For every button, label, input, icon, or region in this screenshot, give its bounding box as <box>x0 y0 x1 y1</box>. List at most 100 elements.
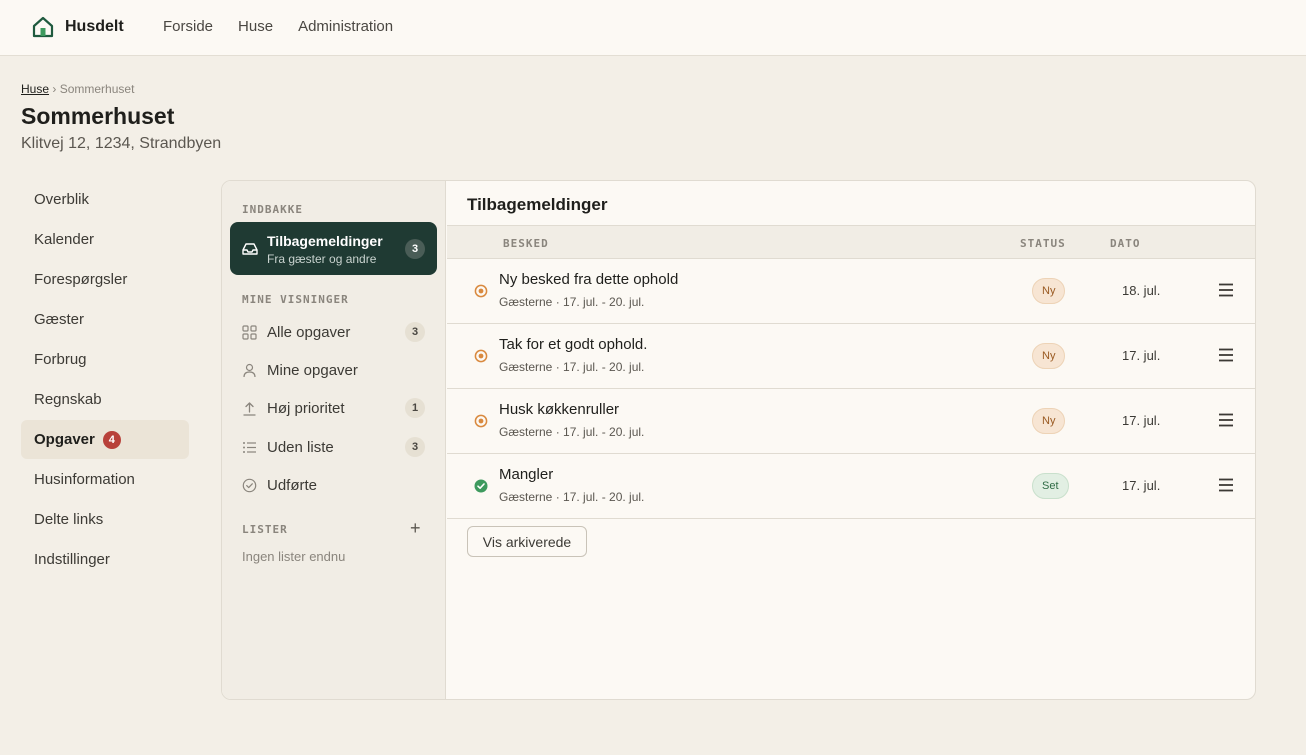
inbox-count-badge: 3 <box>405 239 425 259</box>
breadcrumb-separator: › <box>52 82 57 96</box>
view-item-uden-liste[interactable]: Uden liste 3 <box>230 430 437 464</box>
row-meta: Gæsterne · 17. jul. - 20. jul. <box>499 295 645 309</box>
row-date: 17. jul. <box>1122 478 1161 493</box>
sidebar-item-delte-links[interactable]: Delte links <box>21 500 189 539</box>
row-meta: Gæsterne · 17. jul. - 20. jul. <box>499 425 645 439</box>
tasks-panel: INDBAKKE Tilbagemeldinger Fra gæster og … <box>221 180 1256 700</box>
sidebar-item-label: Indstillinger <box>34 551 110 568</box>
sidebar-item-foresporgsler[interactable]: Forespørgsler <box>21 260 189 299</box>
sidebar-item-label: Forespørgsler <box>34 271 128 288</box>
user-icon <box>243 363 256 378</box>
content-title: Tilbagemeldinger <box>467 195 608 214</box>
brand-name: Husdelt <box>65 18 124 35</box>
grid-icon <box>242 325 257 340</box>
row-title: Ny besked fra dette ophold <box>499 271 679 288</box>
row-date: 17. jul. <box>1122 348 1161 363</box>
status-new-icon <box>474 349 488 363</box>
row-menu-icon[interactable] <box>1218 413 1234 427</box>
inbox-item-subtitle: Fra gæster og andre <box>267 252 377 266</box>
table-row[interactable]: Husk køkkenruller Gæsterne · 17. jul. - … <box>447 389 1255 454</box>
table-row[interactable]: Mangler Gæsterne · 17. jul. - 20. jul. S… <box>447 454 1255 519</box>
sidebar-item-regnskab[interactable]: Regnskab <box>21 380 189 419</box>
opgaver-count-badge: 4 <box>102 430 121 449</box>
inbox-tray-icon <box>242 243 258 255</box>
sidebar-item-label: Overblik <box>34 191 90 208</box>
column-header-status: STATUS <box>1020 237 1066 250</box>
view-item-label: Uden liste <box>267 438 334 456</box>
status-badge: Ny <box>1032 278 1066 304</box>
inbox-column: INDBAKKE Tilbagemeldinger Fra gæster og … <box>222 181 446 699</box>
breadcrumb: Huse › Sommerhuset <box>21 82 134 96</box>
table-header: BESKED STATUS DATO <box>447 225 1255 259</box>
arrow-up-icon <box>243 402 256 416</box>
table-row[interactable]: Tak for et godt ophold. Gæsterne · 17. j… <box>447 324 1255 389</box>
sidebar-item-kalender[interactable]: Kalender <box>21 220 189 259</box>
house-logo-icon <box>32 16 54 38</box>
column-header-dato: DATO <box>1110 237 1141 250</box>
status-badge: Ny <box>1032 343 1066 369</box>
row-menu-icon[interactable] <box>1218 348 1234 362</box>
view-count-badge: 3 <box>405 437 425 457</box>
sidebar-item-opgaver[interactable]: Opgaver 4 <box>21 420 189 459</box>
view-item-label: Høj prioritet <box>267 399 345 417</box>
brand[interactable]: Husdelt <box>32 16 124 38</box>
view-item-hoj-prioritet[interactable]: Høj prioritet 1 <box>230 391 437 425</box>
view-item-label: Udførte <box>267 476 318 494</box>
row-meta: Gæsterne · 17. jul. - 20. jul. <box>499 490 645 504</box>
view-count-badge: 1 <box>405 398 425 418</box>
row-menu-icon[interactable] <box>1218 283 1234 297</box>
inbox-item-title: Tilbagemeldinger <box>267 233 383 249</box>
list-icon <box>243 442 256 453</box>
sidebar-item-label: Forbrug <box>34 351 87 368</box>
nav-item-administration[interactable]: Administration <box>298 18 393 35</box>
sidebar-item-label: Regnskab <box>34 391 102 408</box>
lists-section-label: LISTER <box>242 523 288 536</box>
sidebar-item-indstillinger[interactable]: Indstillinger <box>21 540 189 579</box>
status-badge: Set <box>1032 473 1069 499</box>
view-item-alle-opgaver[interactable]: Alle opgaver 3 <box>230 315 437 349</box>
show-archived-button[interactable]: Vis arkiverede <box>467 526 587 557</box>
sidebar-item-label: Gæster <box>34 311 85 328</box>
breadcrumb-current: Sommerhuset <box>59 82 135 96</box>
status-seen-icon <box>474 479 488 493</box>
column-header-besked: BESKED <box>503 237 549 250</box>
inbox-section-label: INDBAKKE <box>242 203 303 216</box>
check-circle-icon <box>242 478 257 493</box>
row-date: 17. jul. <box>1122 413 1161 428</box>
sidebar-item-label: Delte links <box>34 511 104 528</box>
status-new-icon <box>474 414 488 428</box>
view-item-label: Mine opgaver <box>267 361 358 379</box>
row-menu-icon[interactable] <box>1218 478 1234 492</box>
view-item-mine-opgaver[interactable]: Mine opgaver <box>230 353 437 387</box>
nav-item-huse[interactable]: Huse <box>238 18 273 35</box>
sidebar-item-label: Husinformation <box>34 471 135 488</box>
table-row[interactable]: Ny besked fra dette ophold Gæsterne · 17… <box>447 259 1255 324</box>
row-title: Tak for et godt ophold. <box>499 336 648 353</box>
row-date: 18. jul. <box>1122 283 1161 298</box>
row-meta: Gæsterne · 17. jul. - 20. jul. <box>499 360 645 374</box>
view-item-udforte[interactable]: Udførte <box>230 468 437 502</box>
page-subtitle: Klitvej 12, 1234, Strandbyen <box>21 135 222 152</box>
row-title: Mangler <box>499 466 554 483</box>
views-section-label: MINE VISNINGER <box>242 293 349 306</box>
sidebar-item-label: Kalender <box>34 231 95 248</box>
view-count-badge: 3 <box>405 322 425 342</box>
main-nav: Forside Huse Administration <box>163 18 393 35</box>
breadcrumb-link-huse[interactable]: Huse <box>21 82 49 96</box>
sidebar-item-husinformation[interactable]: Husinformation <box>21 460 189 499</box>
status-badge: Ny <box>1032 408 1066 434</box>
sidebar-item-gaester[interactable]: Gæster <box>21 300 189 339</box>
inbox-item-tilbagemeldinger[interactable]: Tilbagemeldinger Fra gæster og andre 3 <box>230 222 437 275</box>
house-sidebar: Overblik Kalender Forespørgsler Gæster F… <box>21 180 189 580</box>
row-title: Husk køkkenruller <box>499 401 620 418</box>
feedback-content: Tilbagemeldinger BESKED STATUS DATO Ny b… <box>447 181 1255 699</box>
lists-empty-text: Ingen lister endnu <box>242 549 346 564</box>
page-title: Sommerhuset <box>21 103 175 129</box>
sidebar-item-forbrug[interactable]: Forbrug <box>21 340 189 379</box>
sidebar-item-overblik[interactable]: Overblik <box>21 180 189 219</box>
add-list-button[interactable]: + <box>410 519 421 537</box>
sidebar-item-label: Opgaver <box>34 431 95 448</box>
top-navigation-bar: Husdelt Forside Huse Administration <box>0 0 1306 56</box>
nav-item-forside[interactable]: Forside <box>163 18 213 35</box>
view-item-label: Alle opgaver <box>267 323 351 341</box>
